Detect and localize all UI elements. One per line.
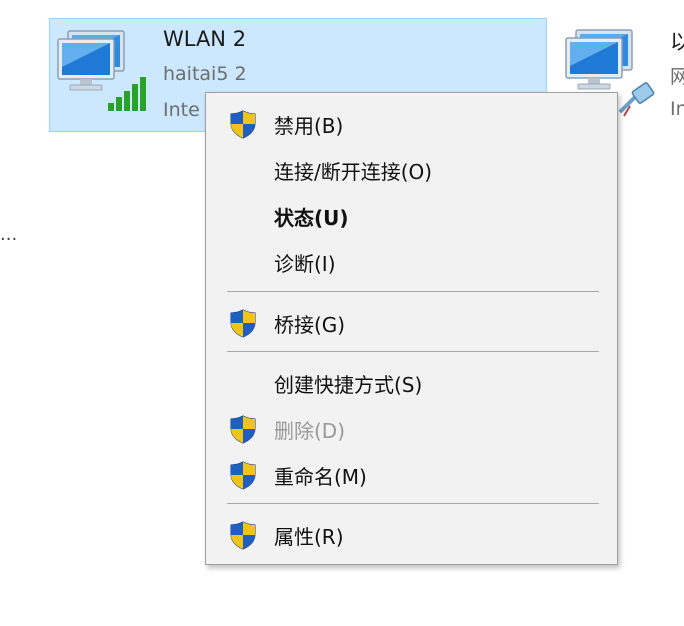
menu-item-label: 属性(R) xyxy=(274,525,344,549)
wifi-signal-bars-icon xyxy=(108,77,146,111)
menu-item-connect-disconnect[interactable]: 连接/断开连接(O) xyxy=(206,149,617,189)
menu-item-label: 连接/断开连接(O) xyxy=(274,160,433,184)
menu-item-properties[interactable]: 属性(R) xyxy=(206,514,617,554)
menu-item-label: 重命名(M) xyxy=(274,465,367,489)
menu-item-label: 诊断(I) xyxy=(274,252,336,276)
adapter-network-name: haitai5 2 xyxy=(163,63,247,85)
menu-item-diagnose[interactable]: 诊断(I) xyxy=(206,241,617,281)
adapter-network-name: 网 xyxy=(670,66,684,88)
menu-item-label: 创建快捷方式(S) xyxy=(274,373,423,397)
adapter-name: 以 xyxy=(670,30,684,54)
uac-shield-icon xyxy=(228,414,258,444)
menu-item-create-shortcut[interactable]: 创建快捷方式(S) xyxy=(206,362,617,402)
truncated-text: ... xyxy=(0,224,18,245)
menu-separator xyxy=(227,291,599,292)
adapter-status-text: In xyxy=(670,98,684,120)
uac-shield-icon xyxy=(228,308,258,338)
menu-item-label: 状态(U) xyxy=(274,206,349,230)
adapter-status-text: Inte xyxy=(163,99,200,121)
menu-item-rename[interactable]: 重命名(M) xyxy=(206,454,617,494)
menu-separator xyxy=(227,351,599,352)
uac-shield-icon xyxy=(228,460,258,490)
menu-item-delete: 删除(D) xyxy=(206,408,617,448)
menu-item-label: 桥接(G) xyxy=(274,313,346,337)
menu-item-label: 删除(D) xyxy=(274,419,346,443)
ethernet-cable-icon xyxy=(618,82,655,117)
menu-item-label: 禁用(B) xyxy=(274,114,344,138)
uac-shield-icon xyxy=(228,109,258,139)
menu-item-bridge[interactable]: 桥接(G) xyxy=(206,302,617,342)
context-menu: 禁用(B) 连接/断开连接(O) 状态(U) 诊断(I) 桥接(G) 创建快捷方… xyxy=(205,92,618,565)
menu-item-disable[interactable]: 禁用(B) xyxy=(206,103,617,143)
menu-item-status[interactable]: 状态(U) xyxy=(206,195,617,235)
menu-separator xyxy=(227,503,599,504)
uac-shield-icon xyxy=(228,520,258,550)
adapter-name: WLAN 2 xyxy=(163,27,247,51)
